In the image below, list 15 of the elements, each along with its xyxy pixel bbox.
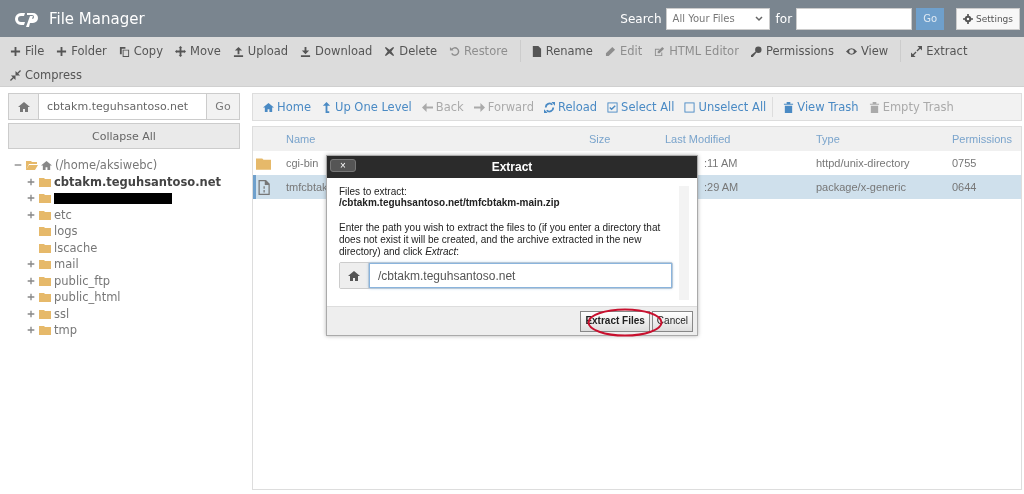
table-cell: package/x-generic [816,181,906,193]
table-cell: tmfcbtak [286,181,328,193]
table-cell: 0755 [952,157,977,169]
dialog-title: Extract [491,160,533,174]
app-title: File Manager [49,9,146,28]
files-label: Files to extract: [339,186,408,197]
search-label: Search [620,11,662,26]
table-cell: cgi-bin [286,157,319,169]
file-path: /cbtakm.teguhsantoso.net/tmfcbtakm-main.zip [339,197,561,208]
for-label: for [775,11,793,26]
table-cell-text: :29 AM [703,181,739,193]
table-cell: 0644 [952,181,977,193]
table-cell: httpd/unix-directory [816,157,910,169]
instructions-text: Enter the path you wish to extract the files to (if you enter a directory that does not exist it will be created, and the archive extracted in the new directory) and click Extract: [339,222,662,258]
table-cell-text: :11 AM [703,157,738,169]
